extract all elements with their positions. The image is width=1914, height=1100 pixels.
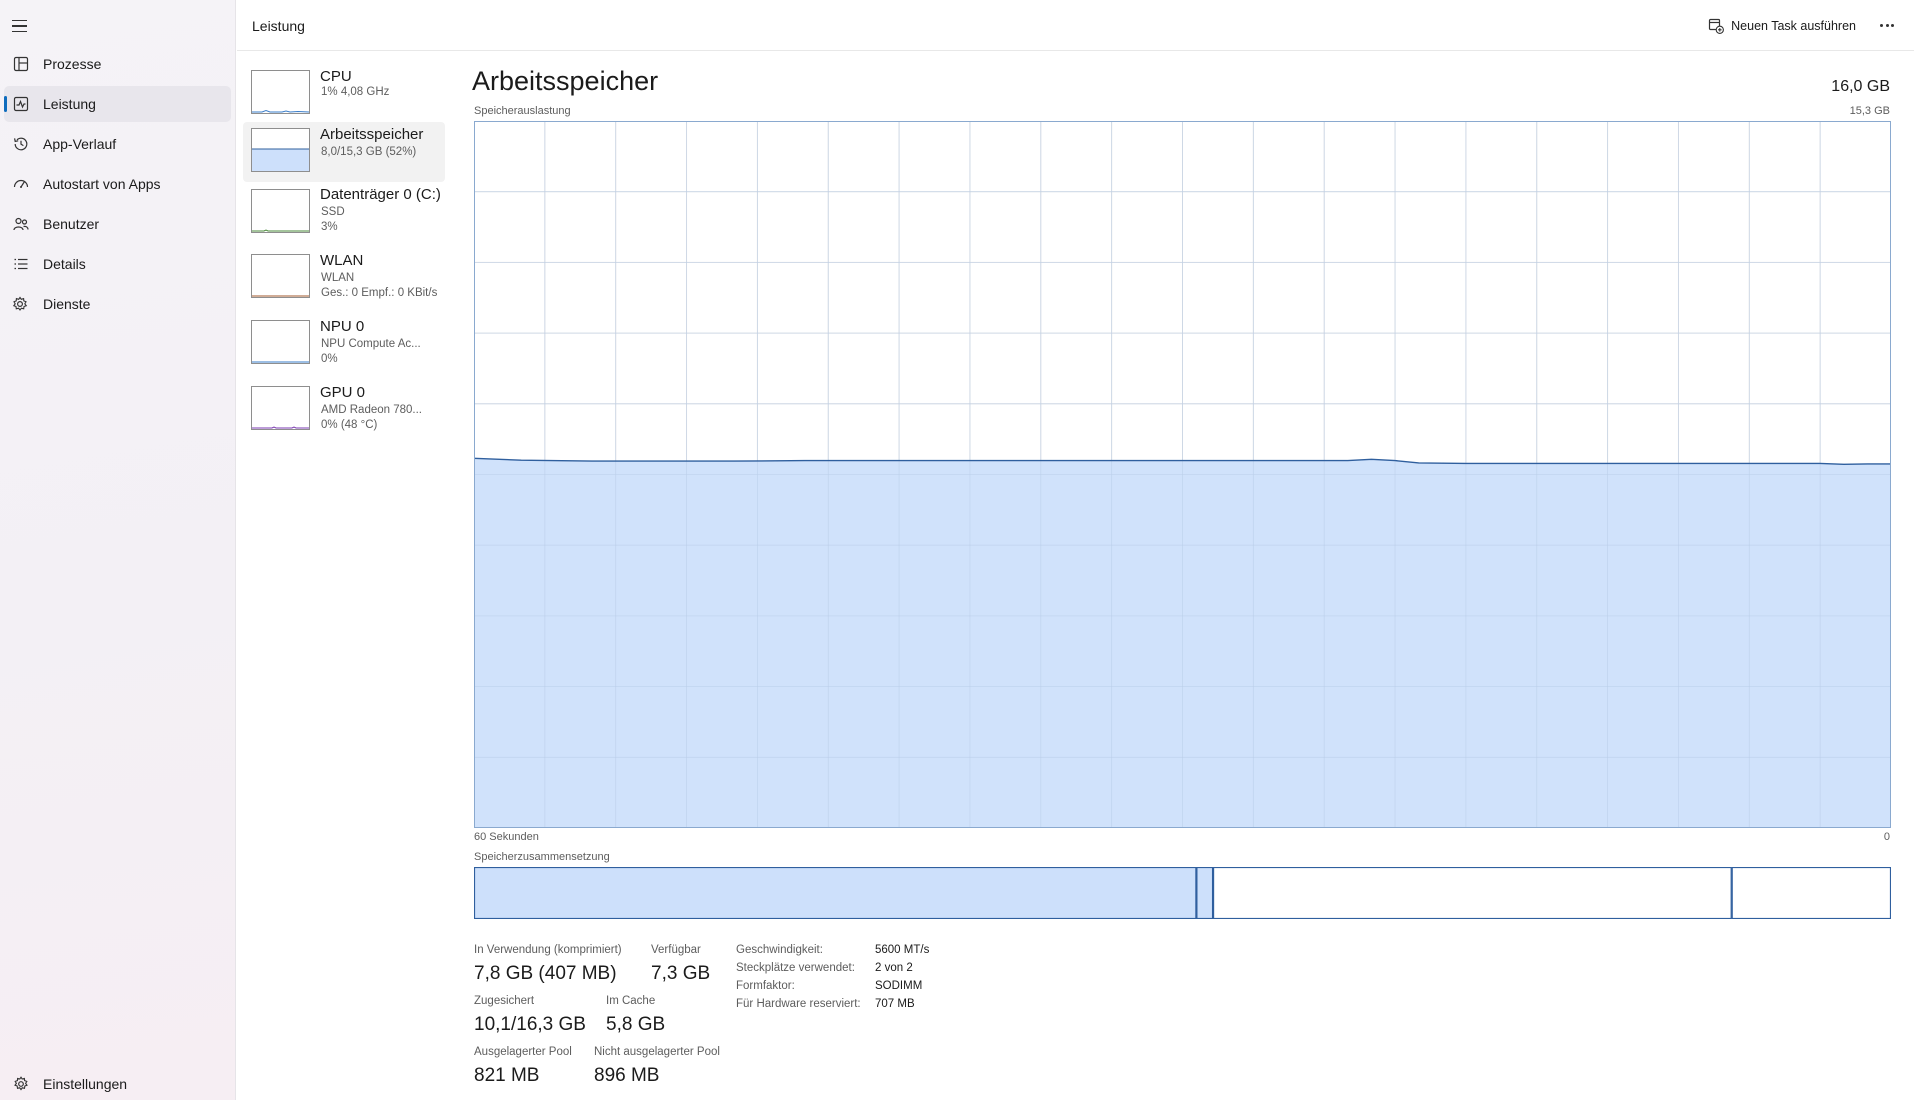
services-icon (12, 296, 28, 311)
device-name: Datenträger 0 (C:) (320, 186, 441, 203)
top-bar: Leistung Neuen Task ausführen (237, 0, 1914, 51)
run-task-label: Neuen Task ausführen (1731, 19, 1856, 33)
nav-item-app-verlauf[interactable]: App-Verlauf (4, 126, 231, 162)
nav-label: Details (43, 256, 86, 272)
device-name: NPU 0 (320, 318, 365, 335)
in-use-value: 7,8 GB (407 MB) (474, 963, 617, 984)
memory-composition-bar (474, 867, 1891, 919)
spec-slots-value: 2 von 2 (875, 962, 913, 974)
time-axis-start-label: 60 Sekunden (474, 831, 539, 843)
device-detail: NPU Compute Ac... (321, 338, 421, 350)
detail-title: Arbeitsspeicher (472, 66, 659, 96)
navigation-pane: Prozesse Leistung App-Verlauf Autostart … (0, 0, 236, 1100)
npu-thumbnail-graph (251, 320, 310, 364)
device-name: CPU (320, 68, 352, 85)
spec-reserved-value: 707 MB (875, 998, 915, 1010)
device-tile-memory[interactable]: Arbeitsspeicher 8,0/15,3 GB (52%) (243, 122, 445, 182)
nav-label: Einstellungen (43, 1076, 128, 1092)
device-name: Arbeitsspeicher (320, 126, 424, 143)
nonpaged-pool-label: Nicht ausgelagerter Pool (594, 1046, 720, 1058)
composition-segment[interactable] (1196, 867, 1214, 919)
device-name: WLAN (320, 252, 364, 269)
memory-total: 16,0 GB (1831, 78, 1890, 95)
composition-segment[interactable] (1731, 867, 1891, 919)
composition-label: Speicherzusammensetzung (474, 851, 610, 863)
paged-pool-value: 821 MB (474, 1065, 540, 1086)
nav-item-benutzer[interactable]: Benutzer (4, 206, 231, 242)
device-detail: 0% (321, 353, 338, 365)
device-detail: 1% 4,08 GHz (321, 86, 390, 98)
page-title: Leistung (252, 18, 305, 34)
nav-label: Prozesse (43, 56, 102, 72)
committed-value: 10,1/16,3 GB (474, 1014, 586, 1035)
spec-speed-key: Geschwindigkeit: (736, 944, 823, 956)
run-new-task-button[interactable]: Neuen Task ausführen (1708, 14, 1856, 38)
device-tile-disk[interactable]: Datenträger 0 (C:) SSD 3% (243, 182, 445, 242)
nav-item-leistung[interactable]: Leistung (4, 86, 231, 122)
nav-label: Leistung (43, 96, 96, 112)
device-detail: SSD (321, 206, 345, 218)
committed-label: Zugesichert (474, 995, 535, 1007)
nav-label: Dienste (43, 296, 91, 312)
wlan-thumbnail-graph (251, 254, 310, 298)
composition-segment[interactable] (474, 867, 1197, 919)
details-icon (14, 258, 28, 270)
available-value: 7,3 GB (651, 963, 711, 984)
device-tile-wlan[interactable]: WLAN WLAN Ges.: 0 Empf.: 0 KBit/s (243, 248, 445, 308)
users-icon (13, 217, 29, 231)
disk-thumbnail-graph (251, 189, 310, 233)
composition-segment[interactable] (1212, 867, 1732, 919)
spec-formfactor-value: SODIMM (875, 980, 923, 992)
nav-label: App-Verlauf (43, 136, 117, 152)
device-detail: 3% (321, 221, 338, 233)
available-label: Verfügbar (651, 944, 701, 956)
device-tile-gpu[interactable]: GPU 0 AMD Radeon 780... 0% (48 °C) (243, 380, 445, 440)
cached-value: 5,8 GB (606, 1014, 666, 1035)
paged-pool-label: Ausgelagerter Pool (474, 1046, 572, 1058)
spec-formfactor-key: Formfaktor: (736, 980, 795, 992)
spec-reserved-key: Für Hardware reserviert: (736, 998, 861, 1010)
nav-item-dienste[interactable]: Dienste (4, 286, 231, 322)
nav-label: Autostart von Apps (43, 176, 161, 192)
cached-label: Im Cache (606, 995, 656, 1007)
nav-item-prozesse[interactable]: Prozesse (4, 46, 231, 82)
device-detail: WLAN (321, 272, 355, 284)
nav-item-autostart[interactable]: Autostart von Apps (4, 166, 231, 202)
time-axis-end-label: 0 (1883, 831, 1890, 843)
processes-icon (13, 56, 29, 72)
nav-item-einstellungen[interactable]: Einstellungen (4, 1066, 231, 1100)
history-icon (14, 137, 28, 151)
memory-thumbnail-graph (251, 128, 310, 172)
usage-graph-label: Speicherauslastung (474, 105, 571, 117)
device-detail: Ges.: 0 Empf.: 0 KBit/s (321, 287, 438, 299)
nav-item-details[interactable]: Details (4, 246, 231, 282)
gpu-thumbnail-graph (251, 386, 310, 430)
run-task-icon (1709, 18, 1725, 34)
startup-icon (13, 179, 29, 188)
more-options-icon[interactable] (1874, 12, 1900, 38)
performance-icon (13, 96, 29, 112)
device-detail: AMD Radeon 780... (321, 404, 423, 416)
spec-speed-value: 5600 MT/s (875, 944, 930, 956)
device-tile-npu[interactable]: NPU 0 NPU Compute Ac... 0% (243, 314, 445, 374)
settings-gear-icon (14, 1076, 28, 1091)
hamburger-menu-icon[interactable] (10, 14, 38, 38)
cpu-thumbnail-graph (251, 70, 310, 114)
device-tile-cpu[interactable]: CPU 1% 4,08 GHz (243, 64, 445, 124)
device-detail: 8,0/15,3 GB (52%) (321, 146, 417, 158)
device-name: GPU 0 (320, 384, 366, 401)
usage-graph-max: 15,3 GB (1849, 105, 1890, 117)
memory-usage-graph (474, 121, 1891, 828)
spec-slots-key: Steckplätze verwendet: (736, 962, 855, 974)
nonpaged-pool-value: 896 MB (594, 1065, 660, 1086)
in-use-label: In Verwendung (komprimiert) (474, 944, 622, 956)
device-detail: 0% (48 °C) (321, 419, 378, 431)
nav-label: Benutzer (43, 216, 100, 232)
